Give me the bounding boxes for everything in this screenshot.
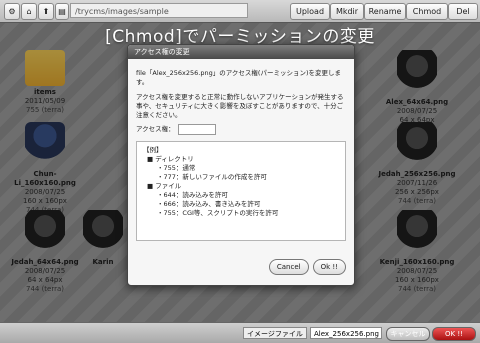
dialog-intro: file「Alex_256x256.png」のアクセス権(パーミッション)を変更…: [136, 69, 341, 86]
dialog-title: アクセス権の変更: [128, 45, 354, 59]
filename-input[interactable]: Alex_256x256.png: [310, 327, 382, 339]
chmod-button[interactable]: Chmod: [406, 3, 448, 20]
example-line: ■ ディレクトリ: [147, 155, 194, 163]
example-line: ・777：新しいファイルの作成を許可: [157, 173, 267, 181]
cancel-button[interactable]: Cancel: [268, 259, 309, 275]
rename-button[interactable]: Rename: [364, 3, 406, 20]
example-line: ・755：CGI等、スクリプトの実行を許可: [157, 209, 279, 217]
dialog-warning: アクセス権を変更すると正常に動作しないアプリケーションが発生する事や、セキュリテ…: [136, 93, 344, 119]
upload-button[interactable]: Upload: [290, 3, 330, 20]
ok-button[interactable]: Ok !!: [312, 259, 346, 275]
chmod-dialog: アクセス権の変更 file「Alex_256x256.png」のアクセス権(パー…: [127, 44, 355, 286]
mkdir-button[interactable]: Mkdir: [330, 3, 364, 20]
delete-button[interactable]: Del: [448, 3, 478, 20]
example-heading: 【例】: [143, 146, 163, 154]
filetype-select[interactable]: イメージファイル: [243, 327, 307, 339]
folder-icon[interactable]: ▤: [55, 3, 69, 20]
permission-label: アクセス権：: [136, 125, 175, 133]
path-field[interactable]: /trycms/images/sample: [70, 3, 248, 18]
example-line: ・644：読み込みを許可: [157, 191, 228, 199]
gear-icon[interactable]: ⚙: [4, 3, 20, 20]
home-icon[interactable]: ⌂: [21, 3, 37, 20]
example-box: 【例】 ■ ディレクトリ ・755：通常 ・777：新しいファイルの作成を許可 …: [136, 141, 346, 241]
toolbar: ⚙ ⌂ ⬆ ▤ /trycms/images/sample Upload Mkd…: [0, 0, 480, 23]
example-line: ■ ファイル: [147, 182, 182, 190]
example-line: ・666：読み込み、書き込みを許可: [157, 200, 261, 208]
permission-input[interactable]: [177, 124, 216, 135]
bottom-bar: イメージファイル Alex_256x256.png キャンセル OK !!: [0, 322, 480, 343]
example-line: ・755：通常: [157, 164, 196, 172]
bottom-cancel-button[interactable]: キャンセル: [386, 327, 430, 341]
up-icon[interactable]: ⬆: [38, 3, 54, 20]
bottom-ok-button[interactable]: OK !!: [432, 327, 476, 341]
